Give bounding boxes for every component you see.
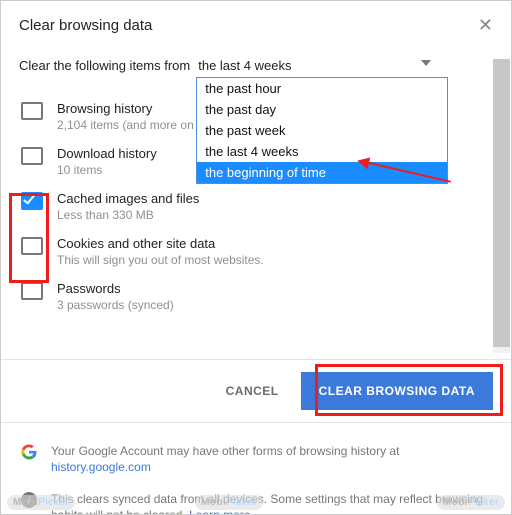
- label-passwords: Passwords: [57, 281, 174, 296]
- watermark: MobiPicker: [7, 495, 75, 510]
- chevron-down-icon: [421, 60, 431, 66]
- checkbox-cached-files[interactable]: [21, 192, 43, 210]
- checkbox-cookies[interactable]: [21, 237, 43, 255]
- checkbox-passwords[interactable]: [21, 282, 43, 300]
- sub-cached-files: Less than 330 MB: [57, 208, 199, 222]
- sub-browsing-history: 2,104 items (and more on: [57, 118, 194, 132]
- checkbox-download-history[interactable]: [21, 147, 43, 165]
- sub-passwords: 3 passwords (synced): [57, 298, 174, 312]
- option-beginning-of-time[interactable]: the beginning of time: [197, 162, 447, 183]
- scrollbar-thumb[interactable]: [493, 59, 510, 347]
- info-sync-note: This clears synced data from all devices…: [51, 491, 491, 515]
- option-past-week[interactable]: the past week: [197, 120, 447, 141]
- dialog-title: Clear browsing data: [19, 17, 152, 34]
- time-range-options: the past hour the past day the past week…: [196, 77, 448, 184]
- time-range-label: Clear the following items from: [19, 58, 190, 73]
- time-range-select[interactable]: the last 4 weeks the past hour the past …: [196, 54, 431, 77]
- cancel-button[interactable]: CANCEL: [226, 384, 279, 398]
- watermark: MobiPicker: [437, 495, 505, 510]
- clear-browsing-data-dialog: Clear browsing data ✕ Clear the followin…: [1, 1, 511, 514]
- clear-browsing-data-button[interactable]: CLEAR BROWSING DATA: [301, 372, 493, 410]
- item-cookies: Cookies and other site data This will si…: [19, 230, 493, 275]
- close-icon[interactable]: ✕: [478, 15, 493, 36]
- checkbox-browsing-history[interactable]: [21, 102, 43, 120]
- time-range-value: the last 4 weeks: [196, 54, 431, 77]
- google-icon: [21, 444, 37, 460]
- sub-download-history: 10 items: [57, 163, 157, 177]
- label-cookies: Cookies and other site data: [57, 236, 264, 251]
- history-link[interactable]: history.google.com: [51, 460, 151, 474]
- scrollbar-track[interactable]: [493, 59, 510, 353]
- item-passwords: Passwords 3 passwords (synced): [19, 275, 493, 312]
- item-cached-files: Cached images and files Less than 330 MB: [19, 185, 493, 230]
- option-past-day[interactable]: the past day: [197, 99, 447, 120]
- info-google-account: Your Google Account may have other forms…: [51, 443, 491, 475]
- label-browsing-history: Browsing history: [57, 101, 194, 116]
- option-past-hour[interactable]: the past hour: [197, 78, 447, 99]
- label-download-history: Download history: [57, 146, 157, 161]
- sub-cookies: This will sign you out of most websites.: [57, 253, 264, 267]
- label-cached-files: Cached images and files: [57, 191, 199, 206]
- option-last-4-weeks[interactable]: the last 4 weeks: [197, 141, 447, 162]
- watermark: MobiPicker: [195, 495, 263, 510]
